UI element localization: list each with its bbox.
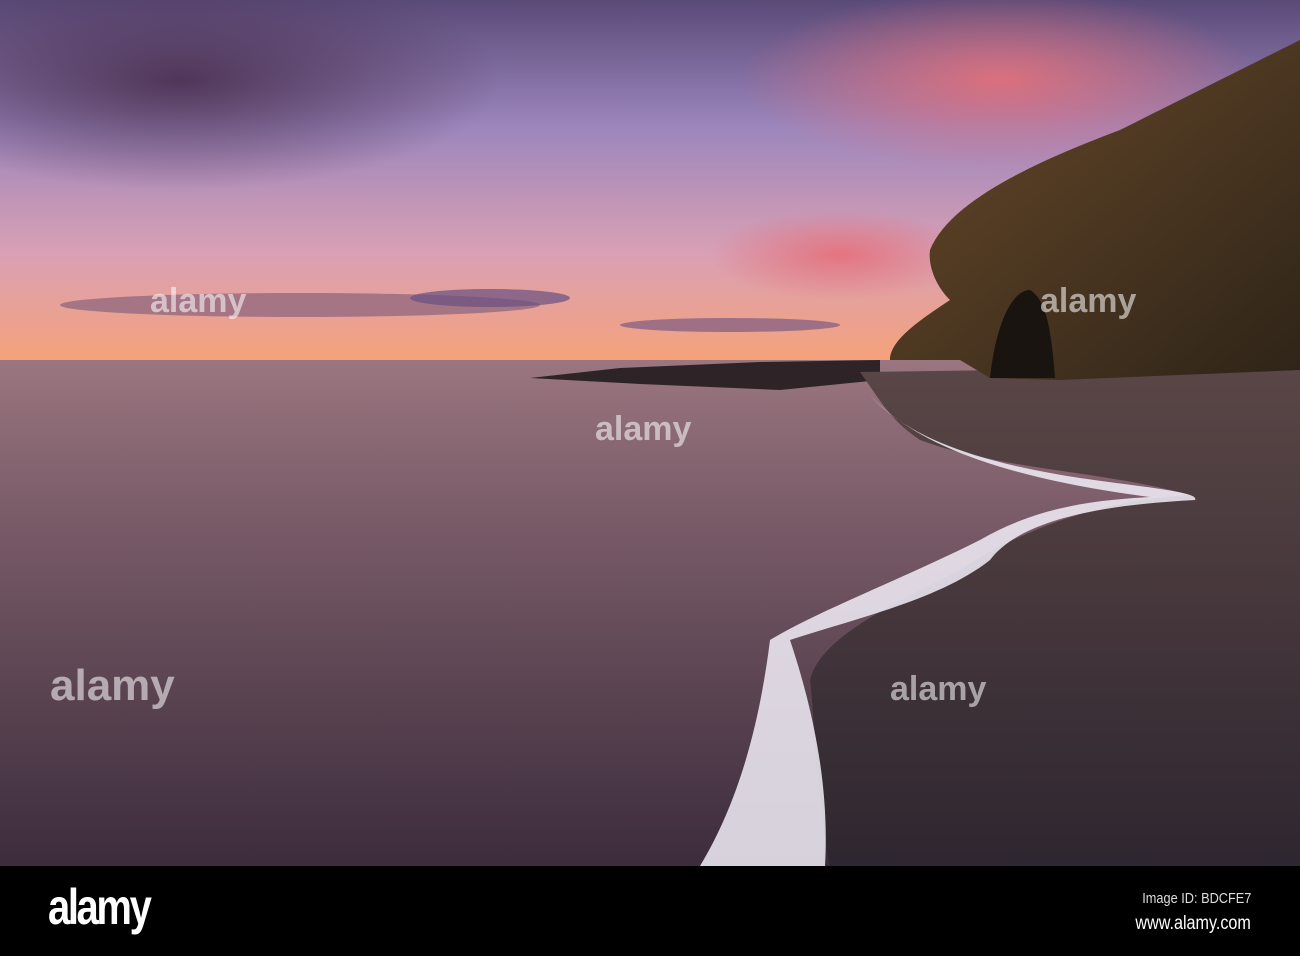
website-link[interactable]: www.alamy.com (1136, 913, 1251, 935)
watermark: alamy (1040, 282, 1136, 320)
footer-bar (0, 866, 1300, 956)
beach-sunset-photo: alamy alamy alamy alamy alamy (0, 0, 1300, 866)
image-id: Image ID: BDCFE7 (1141, 890, 1251, 907)
watermark: alamy (50, 661, 175, 710)
alamy-logo[interactable]: alamy (48, 878, 152, 936)
watermark: alamy (595, 410, 691, 448)
watermark: alamy (890, 670, 986, 708)
watermark: alamy (150, 282, 246, 320)
cloud (620, 318, 840, 332)
cloud (410, 289, 570, 307)
